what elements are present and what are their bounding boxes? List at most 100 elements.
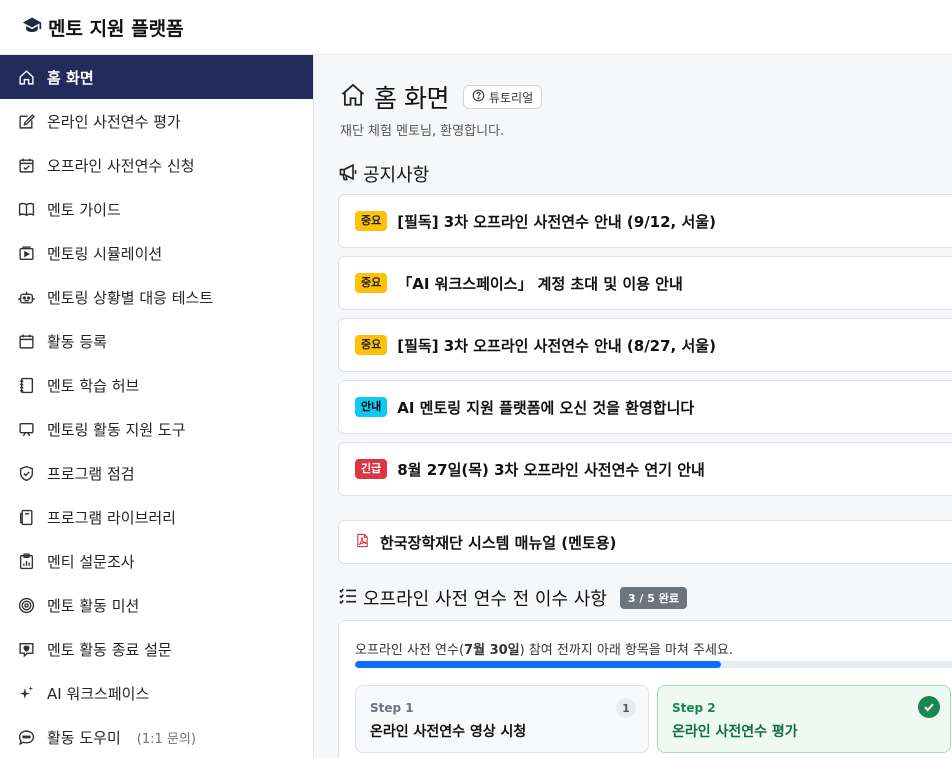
brand[interactable]: 멘토 지원 플랫폼 xyxy=(22,14,184,41)
sidebar-item-label: 멘토 학습 허브 xyxy=(47,376,140,395)
easel-icon xyxy=(18,421,35,438)
app-title: 멘토 지원 플랫폼 xyxy=(48,17,184,40)
sidebar-item-simulation[interactable]: 멘토링 시뮬레이션 xyxy=(0,231,313,275)
notice-title: [필독] 3차 오프라인 사전연수 안내 (9/12, 서울) xyxy=(397,212,716,231)
sidebar-item-label: AI 워크스페이스 xyxy=(47,684,150,703)
desc-date: 7월 30일 xyxy=(464,643,520,658)
sidebar-item-label: 멘토 활동 미션 xyxy=(47,596,140,615)
important-badge: 중요 xyxy=(355,211,388,231)
notice-item[interactable]: 안내 AI 멘토링 지원 플랫폼에 오신 것을 환영합니다 xyxy=(338,380,952,434)
step-name: 온라인 사전연수 평가 xyxy=(672,724,798,740)
welcome-text: 재단 체험 멘토님, 환영합니다. xyxy=(340,124,505,139)
checklist-description: 오프라인 사전 연수(7월 30일) 참여 전까지 아래 항목을 마쳐 주세요. xyxy=(355,639,733,658)
notice-item[interactable]: 중요 「AI 워크스페이스」 계정 초대 및 이용 안내 xyxy=(338,256,952,310)
tutorial-label: 튜토리얼 xyxy=(488,90,534,105)
sidebar-item-label: 멘토링 상황별 대응 테스트 xyxy=(47,288,214,307)
step-label: Step 2 xyxy=(672,701,716,715)
sidebar-item-activity-register[interactable]: 활동 등록 xyxy=(0,319,313,363)
important-badge: 중요 xyxy=(355,273,388,293)
main-content: 홈 화면 튜토리얼 재단 체험 멘토님, 환영합니다. 공지사항 중요 [필독]… xyxy=(314,55,952,758)
sidebar-item-sublabel: (1:1 문의) xyxy=(136,731,196,747)
progress-bar xyxy=(355,661,952,668)
sidebar: 홈 화면 온라인 사전연수 평가 오프라인 사전연수 신청 멘토 가이드 멘토링… xyxy=(0,55,314,758)
notices-title: 공지사항 xyxy=(363,165,430,186)
checklist-heading: 오프라인 사전 연수 전 이수 사항 3 / 5 완료 xyxy=(338,585,687,611)
sidebar-item-label: 온라인 사전연수 평가 xyxy=(47,112,181,131)
sidebar-item-label: 프로그램 라이브러리 xyxy=(47,508,176,527)
sidebar-item-label: 멘토 가이드 xyxy=(47,200,121,219)
checklist-title: 오프라인 사전 연수 전 이수 사항 xyxy=(363,589,607,610)
sidebar-item-learning-hub[interactable]: 멘토 학습 허브 xyxy=(0,363,313,407)
sidebar-item-label: 활동 도우미 xyxy=(47,728,121,747)
shield-check-icon xyxy=(18,465,35,482)
sidebar-item-program-library[interactable]: 프로그램 라이브러리 xyxy=(0,495,313,539)
target-icon xyxy=(18,597,35,614)
book-icon xyxy=(18,201,35,218)
info-badge: 안내 xyxy=(355,397,388,417)
notice-title: 8월 27일(목) 3차 오프라인 사전연수 연기 안내 xyxy=(397,460,705,479)
sidebar-item-label: 멘토링 활동 지원 도구 xyxy=(47,420,186,439)
tutorial-button[interactable]: 튜토리얼 xyxy=(462,85,543,109)
step-number: 1 xyxy=(616,698,636,718)
sidebar-item-label: 멘티 설문조사 xyxy=(47,552,135,571)
sidebar-item-helper[interactable]: 활동 도우미 (1:1 문의) xyxy=(0,715,313,758)
sidebar-item-label: 멘토 활동 종료 설문 xyxy=(47,640,172,659)
robot-icon xyxy=(18,289,35,306)
step-card-1[interactable]: Step 1 온라인 사전연수 영상 시청 1 xyxy=(355,685,649,753)
pdf-file-icon xyxy=(355,533,370,552)
manual-link[interactable]: 한국장학재단 시스템 매뉴얼 (멘토용) xyxy=(338,520,952,564)
notice-item[interactable]: 중요 [필독] 3차 오프라인 사전연수 안내 (8/27, 서울) xyxy=(338,318,952,372)
list-check-icon xyxy=(338,586,358,611)
urgent-badge: 긴급 xyxy=(355,459,388,479)
clipboard-data-icon xyxy=(18,552,35,570)
chat-heart-icon xyxy=(18,641,35,658)
home-icon xyxy=(18,69,35,86)
graduation-cap-icon xyxy=(22,15,42,40)
desc-suffix: ) 참여 전까지 아래 항목을 마쳐 주세요. xyxy=(519,643,734,658)
sidebar-item-ai-workspace[interactable]: AI 워크스페이스 xyxy=(0,671,313,715)
notice-title: [필독] 3차 오프라인 사전연수 안내 (8/27, 서울) xyxy=(397,336,716,355)
megaphone-icon xyxy=(338,162,358,187)
sidebar-item-guide[interactable]: 멘토 가이드 xyxy=(0,187,313,231)
step-name: 온라인 사전연수 영상 시청 xyxy=(370,724,527,740)
sidebar-item-support-tools[interactable]: 멘토링 활동 지원 도구 xyxy=(0,407,313,451)
journal-icon xyxy=(18,377,35,394)
notice-item[interactable]: 긴급 8월 27일(목) 3차 오프라인 사전연수 연기 안내 xyxy=(338,442,952,496)
desc-prefix: 오프라인 사전 연수( xyxy=(355,643,465,658)
chat-dots-icon xyxy=(18,729,35,746)
manual-label: 한국장학재단 시스템 매뉴얼 (멘토용) xyxy=(380,533,617,552)
sidebar-item-label: 홈 화면 xyxy=(47,68,94,87)
library-icon xyxy=(18,509,35,526)
sidebar-item-home[interactable]: 홈 화면 xyxy=(0,55,313,99)
notice-title: 「AI 워크스페이스」 계정 초대 및 이용 안내 xyxy=(397,274,683,293)
checklist-card: 오프라인 사전 연수(7월 30일) 참여 전까지 아래 항목을 마쳐 주세요.… xyxy=(338,620,952,758)
calendar-check-icon xyxy=(18,157,35,174)
sidebar-item-label: 멘토링 시뮬레이션 xyxy=(47,244,163,263)
calendar-icon xyxy=(18,333,35,350)
video-play-icon xyxy=(18,245,35,262)
sidebar-item-label: 프로그램 점검 xyxy=(47,464,135,483)
progress-fill xyxy=(355,661,721,668)
question-circle-icon xyxy=(472,89,485,105)
notices-heading: 공지사항 xyxy=(338,161,429,187)
step-label: Step 1 xyxy=(370,701,414,715)
sidebar-item-situation-test[interactable]: 멘토링 상황별 대응 테스트 xyxy=(0,275,313,319)
check-circle-icon xyxy=(918,696,940,718)
top-bar: 멘토 지원 플랫폼 xyxy=(0,0,952,55)
sidebar-item-offline-apply[interactable]: 오프라인 사전연수 신청 xyxy=(0,143,313,187)
sidebar-item-label: 오프라인 사전연수 신청 xyxy=(47,156,195,175)
page-header: 홈 화면 튜토리얼 xyxy=(340,79,543,115)
sidebar-item-end-survey[interactable]: 멘토 활동 종료 설문 xyxy=(0,627,313,671)
notice-item[interactable]: 중요 [필독] 3차 오프라인 사전연수 안내 (9/12, 서울) xyxy=(338,194,952,248)
edit-icon xyxy=(18,113,35,130)
sidebar-item-program-check[interactable]: 프로그램 점검 xyxy=(0,451,313,495)
sidebar-item-label: 활동 등록 xyxy=(47,332,107,351)
home-icon xyxy=(340,82,366,112)
step-card-2[interactable]: Step 2 온라인 사전연수 평가 xyxy=(657,685,951,753)
sidebar-item-mission[interactable]: 멘토 활동 미션 xyxy=(0,583,313,627)
completion-count-badge: 3 / 5 완료 xyxy=(619,587,687,609)
sparkle-icon xyxy=(18,685,35,702)
important-badge: 중요 xyxy=(355,335,388,355)
sidebar-item-mentee-survey[interactable]: 멘티 설문조사 xyxy=(0,539,313,583)
sidebar-item-online-eval[interactable]: 온라인 사전연수 평가 xyxy=(0,99,313,143)
